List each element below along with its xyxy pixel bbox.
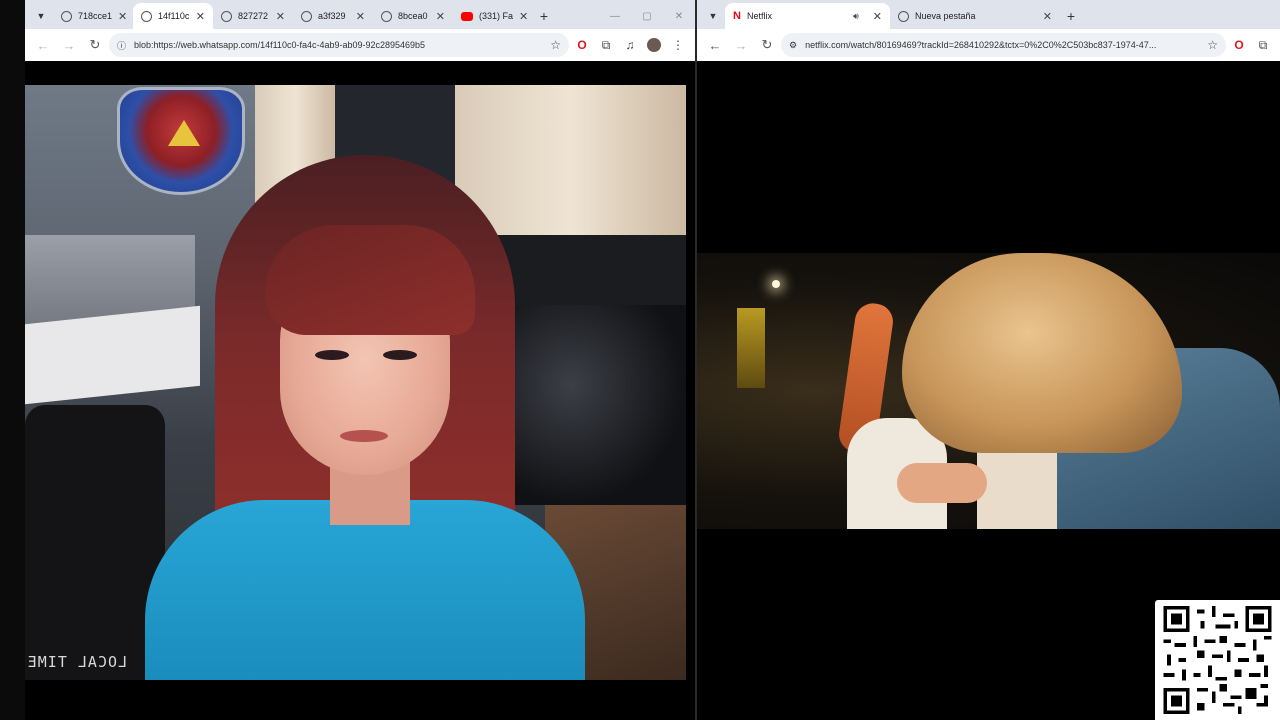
close-icon[interactable]: ✕ [1043,10,1052,23]
globe-icon [898,10,909,22]
globe-icon [61,10,72,22]
tab-label: Nueva pestaña [915,11,976,21]
opera-extension-icon[interactable]: O [1228,33,1250,57]
close-icon[interactable]: ✕ [436,10,445,23]
extensions-puzzle-icon[interactable]: ⧉ [595,33,617,57]
close-icon[interactable]: ✕ [356,10,365,23]
url-text: netflix.com/watch/80169469?trackId=26841… [805,40,1157,50]
webcam-video[interactable]: LOCAL TIME [25,85,686,680]
tab-label: 718cce1 [78,11,113,21]
profile-avatar[interactable] [643,33,665,57]
netflix-icon: N [733,9,741,22]
close-icon[interactable]: ✕ [196,10,205,23]
desktop: ▼ 718cce1 ✕ 14f110c ✕ 827272 ✕ a3f329 ✕ [0,0,1280,720]
site-settings-icon[interactable]: ⚙︎ [789,40,797,51]
youtube-icon [461,11,473,21]
close-window-icon[interactable]: ✕ [663,11,695,22]
tab-1[interactable]: 718cce1 ✕ [53,3,133,29]
address-bar[interactable]: ⓘ blob:https://web.whatsapp.com/14f110c0… [109,33,569,57]
tab-5[interactable]: 8bcea0 ✕ [373,3,453,29]
globe-icon [221,10,232,22]
opera-extension-icon[interactable]: O [571,33,593,57]
tab-label: 8bcea0 [398,11,428,21]
close-icon[interactable]: ✕ [118,10,127,23]
mirrored-overlay-text: LOCAL TIME [26,653,127,671]
menu-kebab-icon[interactable]: ⋮ [667,33,689,57]
close-icon[interactable]: ✕ [519,10,528,23]
forward-arrow-icon[interactable]: → [57,33,81,57]
qr-code [1155,600,1280,720]
extensions-puzzle-icon[interactable]: ⧉ [1252,33,1274,57]
address-bar[interactable]: ⚙︎ netflix.com/watch/80169469?trackId=26… [781,33,1226,57]
browser-toolbar: ← → ↻ ⓘ blob:https://web.whatsapp.com/14… [25,29,695,61]
tab-label: (331) Fa [479,11,514,21]
webcam-person [145,155,585,680]
close-icon[interactable]: ✕ [873,10,882,23]
speaker-icon[interactable]: 🔊︎ [853,11,859,22]
close-icon[interactable]: ✕ [276,10,285,23]
new-tab-button[interactable]: + [1060,3,1082,29]
url-text: blob:https://web.whatsapp.com/14f110c0-f… [134,40,426,50]
reload-icon[interactable]: ↻ [83,33,107,57]
video-call-content: LOCAL TIME [25,61,695,720]
tab-4[interactable]: a3f329 ✕ [293,3,373,29]
tab-label: a3f329 [318,11,346,21]
tab-2[interactable]: 14f110c ✕ [133,3,213,29]
tab-3[interactable]: 827272 ✕ [213,3,293,29]
tab-6[interactable]: (331) Fa ✕ [453,3,533,29]
site-info-icon[interactable]: ⓘ [117,39,126,52]
video-frame[interactable] [697,253,1280,529]
tab-new[interactable]: Nueva pestaña ✕ [890,3,1060,29]
window-controls: — ▢ ✕ [599,3,695,29]
tab-bar: ▼ N Netflix 🔊︎ ✕ Nueva pestaña ✕ + [697,0,1280,29]
tab-netflix[interactable]: N Netflix 🔊︎ ✕ [725,3,890,29]
left-browser-window: ▼ 718cce1 ✕ 14f110c ✕ 827272 ✕ a3f329 ✕ [25,0,695,720]
minimize-icon[interactable]: — [599,11,631,22]
left-edge-strip [0,0,25,720]
new-tab-button[interactable]: + [533,3,555,29]
bookmark-star-icon[interactable]: ☆ [550,38,561,52]
tab-label: 827272 [238,11,269,21]
forward-arrow-icon[interactable]: → [729,33,753,57]
back-arrow-icon[interactable]: ← [703,33,727,57]
tab-bar: ▼ 718cce1 ✕ 14f110c ✕ 827272 ✕ a3f329 ✕ [25,0,695,29]
qr-code-graphic [1163,606,1272,714]
globe-icon [141,10,152,22]
maximize-icon[interactable]: ▢ [631,11,663,22]
globe-icon [381,10,392,22]
browser-toolbar: ← → ↻ ⚙︎ netflix.com/watch/80169469?trac… [697,29,1280,61]
back-arrow-icon[interactable]: ← [31,33,55,57]
reload-icon[interactable]: ↻ [755,33,779,57]
tab-search-chevron-icon[interactable]: ▼ [701,3,725,29]
bookmark-star-icon[interactable]: ☆ [1207,38,1218,52]
media-controls-icon[interactable]: ♫ [619,33,641,57]
globe-icon [301,10,312,22]
tab-label: 14f110c [158,11,190,21]
tab-search-chevron-icon[interactable]: ▼ [29,3,53,29]
tab-label: Netflix [747,11,773,21]
